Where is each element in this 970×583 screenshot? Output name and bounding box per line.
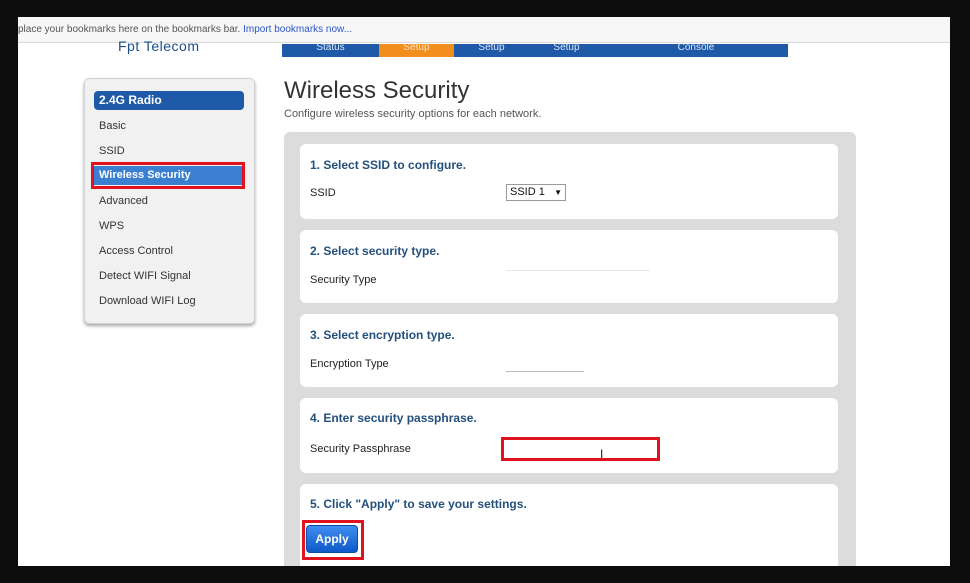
sidebar-item-download-wifi-log[interactable]: Download WIFI Log (99, 294, 196, 308)
section-title: 2. Select security type. (310, 244, 440, 258)
page-title: Wireless Security (284, 77, 470, 104)
passphrase-highlight (501, 437, 660, 461)
passphrase-input[interactable] (504, 441, 657, 459)
ssid-select[interactable]: SSID 1 ▼ (506, 184, 566, 201)
nav-tab-setup-3[interactable]: Setup (529, 44, 604, 57)
ssid-select-value: SSID 1 (510, 186, 545, 198)
sidebar-item-access-control[interactable]: Access Control (99, 244, 173, 258)
sidebar-item-detect-wifi-signal[interactable]: Detect WIFI Signal (99, 269, 191, 283)
sidebar-item-advanced[interactable]: Advanced (99, 194, 148, 208)
router-header: Fpt Telecom Status Setup Setup Setup Con… (18, 38, 950, 58)
apply-section: 5. Click "Apply" to save your settings. … (300, 484, 838, 566)
brand-logo: Fpt Telecom (118, 38, 200, 54)
section-title: 1. Select SSID to configure. (310, 158, 467, 172)
apply-button[interactable]: Apply (306, 525, 358, 553)
passphrase-section: 4. Enter security passphrase. Security P… (300, 398, 838, 473)
import-bookmarks-link[interactable]: Import bookmarks now... (243, 24, 352, 35)
section-title: 3. Select encryption type. (310, 328, 455, 342)
sidebar-item-wps[interactable]: WPS (99, 219, 124, 233)
settings-panel: 1. Select SSID to configure. SSID SSID 1… (284, 132, 856, 566)
page-subtitle: Configure wireless security options for … (284, 108, 542, 120)
sidebar-item-ssid[interactable]: SSID (99, 144, 125, 158)
bookmarks-bar-message: place your bookmarks here on the bookmar… (18, 24, 241, 35)
ssid-label: SSID (310, 187, 336, 199)
nav-tab-status[interactable]: Status (282, 44, 379, 57)
sidebar: 2.4G Radio Basic SSID Wireless Security … (84, 78, 255, 324)
nav-tab-setup-active[interactable]: Setup (379, 44, 454, 57)
security-type-section: 2. Select security type. Security Type (300, 230, 838, 303)
nav-tab-setup-2[interactable]: Setup (454, 44, 529, 57)
ssid-section: 1. Select SSID to configure. SSID SSID 1… (300, 144, 838, 219)
sidebar-title: 2.4G Radio (94, 91, 244, 110)
sidebar-item-basic[interactable]: Basic (99, 119, 126, 133)
section-title: 4. Enter security passphrase. (310, 411, 477, 425)
browser-viewport: place your bookmarks here on the bookmar… (18, 17, 950, 566)
security-type-label: Security Type (310, 274, 377, 286)
passphrase-label: Security Passphrase (310, 443, 411, 455)
dropdown-arrow-icon: ▼ (554, 188, 562, 197)
encryption-type-label: Encryption Type (310, 358, 389, 370)
red-highlight-box (91, 162, 245, 189)
encryption-section: 3. Select encryption type. Encryption Ty… (300, 314, 838, 387)
top-nav: Status Setup Setup Setup Console (282, 44, 788, 57)
security-type-select[interactable] (506, 270, 650, 292)
nav-tab-console[interactable]: Console (604, 44, 788, 57)
section-title: 5. Click "Apply" to save your settings. (310, 497, 527, 511)
text-cursor-icon: I (600, 447, 604, 461)
encryption-type-select[interactable] (506, 356, 584, 372)
